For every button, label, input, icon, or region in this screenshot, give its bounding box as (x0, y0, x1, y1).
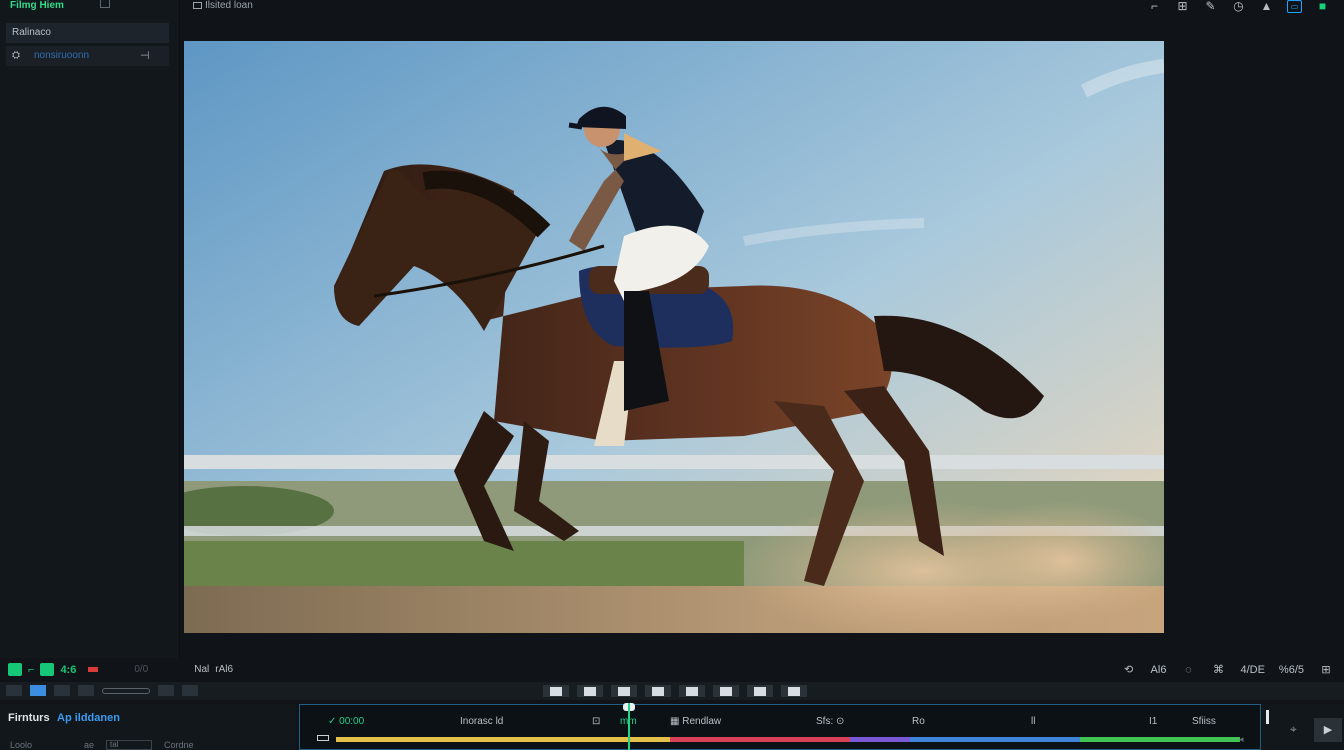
snap-tool-icon[interactable] (158, 685, 174, 696)
properties-row: Loolo ae tal Cordne (10, 740, 194, 750)
tool-button[interactable] (747, 685, 773, 697)
timeline-label: ll (1031, 716, 1036, 727)
pen-icon[interactable]: ✎ (1203, 0, 1218, 13)
record-icon[interactable] (8, 663, 22, 676)
toolbar-icons: ⌐ ⊞ ✎ ◷ ▲ ▭ ■ (1147, 0, 1330, 13)
playback-bar: ⌐ 4:6 0/0 Nal rAl6 ⟲ Al6 ◌ ⌘ 4/DE %6/5 ⊞ (0, 660, 1344, 682)
square-icon (754, 686, 766, 696)
mark-in-icon[interactable]: ⌐ (28, 664, 34, 676)
grid-tool-icon[interactable] (30, 685, 46, 696)
tools-bar (0, 682, 1344, 700)
timeline-label: ⊡ (592, 716, 601, 727)
crop-icon[interactable]: ⌐ (1147, 0, 1162, 13)
panel-list-item[interactable]: ⛭ nonsiruoonn ⊣ (6, 46, 169, 66)
square-icon (720, 686, 732, 696)
play-speed-label[interactable]: Nal (194, 664, 209, 675)
zoom-label[interactable]: %6/5 (1279, 664, 1304, 676)
timeline-label: Ro (912, 716, 925, 727)
square-icon (686, 686, 698, 696)
timeline-label: Sfs: ⊙ (816, 716, 845, 727)
left-panel: Filmg Hiem Ralinaco ⛭ nonsiruoonn ⊣ (0, 0, 180, 658)
video-frame (184, 41, 1164, 633)
timeline-label: I1 (1149, 716, 1158, 727)
more-icon[interactable]: ⊣ (140, 49, 150, 62)
property-input[interactable]: tal (106, 740, 153, 750)
magic-icon[interactable]: ⌖ (1290, 722, 1297, 737)
resolution-label[interactable]: Al6 (1151, 664, 1167, 676)
timeline-segment[interactable] (336, 737, 670, 742)
tool-button[interactable] (543, 685, 569, 697)
track-icon[interactable] (317, 735, 329, 741)
frame-counter: 0/0 (134, 664, 149, 675)
clip-icon: ⛭ (12, 50, 20, 61)
property-label: Loolo (10, 740, 33, 750)
timeline-segment[interactable] (1080, 737, 1240, 742)
time-code: 4:6 (60, 663, 77, 676)
square-icon (652, 686, 664, 696)
property-label-3: Cordne (164, 740, 194, 750)
timeline[interactable]: ✓ 00:00 Inorasc ld ⊡ mm ▦ Rendlaw Sfs: ⊙… (299, 703, 1261, 750)
bell-icon[interactable]: ▲ (1259, 0, 1274, 13)
timeline-label: ✓ 00:00 (328, 716, 365, 727)
tool-button[interactable] (713, 685, 739, 697)
timeline-label: Inorasc ld (460, 716, 504, 727)
tool-button[interactable] (577, 685, 603, 697)
bottom-right-panel: ⌖ ▶ (1262, 704, 1344, 750)
timeline-segment[interactable] (670, 737, 850, 742)
cut-icon[interactable]: ⊞ (1318, 663, 1334, 676)
square-icon (788, 686, 800, 696)
fps-label[interactable]: 4/DE (1240, 664, 1264, 676)
trim-tool-icon[interactable] (78, 685, 94, 696)
panel-header[interactable]: Ralinaco (6, 23, 169, 43)
square-icon (584, 686, 596, 696)
property-label-2: ae (84, 740, 95, 750)
select-tool-icon[interactable] (6, 685, 22, 696)
zoom-slider[interactable] (102, 687, 150, 694)
tools-left (6, 685, 198, 696)
timeline-track[interactable] (336, 737, 1240, 742)
square-icon (550, 686, 562, 696)
panel-tab-icon[interactable] (100, 0, 110, 8)
tool-button[interactable] (679, 685, 705, 697)
document-title: Ilsited loan (193, 0, 253, 11)
snapshot-icon[interactable] (40, 663, 55, 676)
volume-label[interactable]: rAl6 (215, 664, 233, 675)
timeline-label: ▦ Rendlaw (670, 716, 722, 727)
file-icon (193, 1, 202, 9)
chat-icon[interactable]: ◌ (1180, 664, 1196, 676)
playhead[interactable] (628, 703, 630, 750)
share-icon[interactable]: ■ (1315, 0, 1330, 13)
timeline-segment[interactable] (910, 737, 1080, 742)
playback-right-controls: ⟲ Al6 ◌ ⌘ 4/DE %6/5 ⊞ (1121, 663, 1334, 677)
layout-icon[interactable]: ⊞ (1175, 0, 1190, 13)
clock-icon[interactable]: ◷ (1231, 0, 1246, 13)
stop-icon[interactable] (88, 667, 99, 672)
bottom-left-panel: Firnturs Ap ilddanen Loolo ae tal Cordne (0, 704, 296, 750)
tool-button[interactable] (781, 685, 807, 697)
play-button[interactable]: ▶ (1314, 718, 1342, 742)
playback-controls: ⌐ 4:6 0/0 Nal rAl6 (8, 663, 233, 676)
link-icon[interactable]: ⌘ (1210, 663, 1226, 676)
video-preview[interactable] (184, 41, 1164, 633)
panel-title-accent[interactable]: Ap ilddanen (57, 712, 120, 724)
marker-tool-icon[interactable] (182, 685, 198, 696)
tool-button[interactable] (645, 685, 671, 697)
panel-tab[interactable]: Filmg Hiem (10, 0, 64, 12)
loop-icon[interactable]: ⟲ (1121, 663, 1137, 676)
timeline-segment[interactable] (850, 737, 910, 742)
top-toolbar: Ilsited loan ⌐ ⊞ ✎ ◷ ▲ ▭ ■ (180, 0, 1344, 14)
timeline-label: Sfiiss (1192, 716, 1216, 727)
square-icon (618, 686, 630, 696)
level-meter (1266, 710, 1269, 724)
panel-title[interactable]: Firnturs (8, 712, 50, 724)
tool-button[interactable] (611, 685, 637, 697)
tools-center (543, 685, 807, 697)
split-tool-icon[interactable] (54, 685, 70, 696)
panel-list-item-label: nonsiruoonn (34, 50, 90, 61)
track-end-icon[interactable]: ◂ (1239, 734, 1244, 745)
export-icon[interactable]: ▭ (1287, 0, 1302, 13)
panel-header-label: Ralinaco (12, 27, 51, 38)
document-title-label: Ilsited loan (205, 0, 253, 11)
